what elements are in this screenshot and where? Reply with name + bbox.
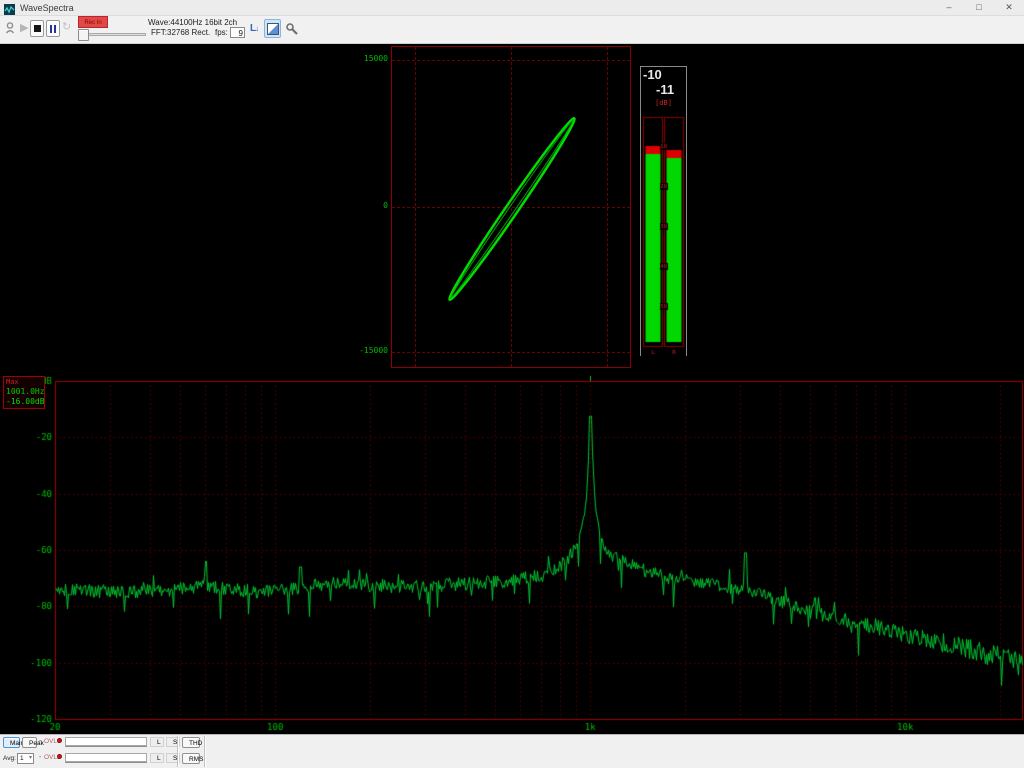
position-slider-handle[interactable] [78, 29, 89, 41]
display-mode-icon [267, 23, 279, 35]
position-slider-track[interactable] [80, 33, 146, 36]
max-readout-label: Max [6, 378, 44, 386]
settings-button[interactable] [283, 19, 300, 38]
max-readout-frequency: 1001.0Hz [6, 387, 44, 396]
close-button[interactable]: ✕ [994, 0, 1024, 16]
peak-tab-button[interactable]: Peak [22, 737, 37, 748]
lin-log-toggle-button[interactable]: L↓ [246, 19, 263, 38]
fps-value: 9 [230, 27, 245, 38]
main-tab-button[interactable]: Main [3, 737, 20, 748]
maximize-button[interactable]: □ [964, 0, 994, 16]
meter-readout-right: -11 [656, 82, 674, 97]
thd-button[interactable]: THD [182, 737, 200, 748]
xy-scope-panel: 15000 0 -15000 -10 -11 [dB] [0, 44, 1024, 372]
statusbar-separator [177, 736, 179, 767]
wave-format-info: Wave:44100Hz 16bit 2ch [148, 18, 237, 27]
spectrum-panel: Max 1001.0Hz -16.00dB [0, 372, 1024, 734]
window-titlebar: WaveSpectra – □ ✕ [0, 0, 1024, 16]
avg-value: 1 [20, 755, 24, 762]
avg-select[interactable]: 1▾ [17, 753, 34, 764]
stop-icon [34, 25, 41, 32]
meter-readout-left: -10 [643, 67, 662, 82]
level-meter-panel: -10 -11 [dB] [640, 66, 687, 356]
meter-bars-canvas [641, 109, 686, 357]
minimize-button[interactable]: – [934, 0, 964, 16]
loop-icon[interactable]: ↻ [62, 22, 71, 33]
max-readout: Max 1001.0Hz -16.00dB [3, 376, 45, 409]
l-button-row2[interactable]: L [150, 753, 164, 763]
dash-separator: - [39, 738, 41, 745]
lissajous-figure [0, 44, 1024, 372]
max-readout-level: -16.00dB [6, 397, 44, 406]
display-mode-button[interactable] [264, 19, 281, 38]
pause-button[interactable] [46, 20, 60, 37]
pause-icon [50, 25, 56, 33]
rms-button[interactable]: RMS [182, 753, 200, 764]
meter-unit-label: [dB] [641, 99, 686, 107]
rec-indicator: Rec In [78, 16, 108, 28]
fft-settings-info: FFT:32768 Rect. [151, 28, 210, 37]
spectrum-canvas [0, 372, 1024, 734]
toolbar: ▶ ↻ Rec In Wave:44100Hz 16bit 2ch FFT:32… [0, 16, 1024, 44]
wrench-icon [285, 22, 299, 36]
fps-label: fps: [215, 28, 228, 37]
avg-label: Avg: [3, 755, 16, 762]
status-bar: Main Peak - OVL1 L S THD Avg: 1▾ - OVL2 … [0, 734, 1024, 768]
statusbar-separator [204, 736, 206, 767]
l-button-row1[interactable]: L [150, 737, 164, 747]
ovl2-led [57, 754, 62, 759]
ovl2-field[interactable] [65, 753, 147, 762]
window-title: WaveSpectra [20, 3, 74, 13]
play-icon[interactable]: ▶ [20, 23, 28, 34]
app-icon [4, 2, 15, 13]
chevron-down-icon: ▾ [29, 754, 32, 763]
ovl1-field[interactable] [65, 737, 147, 746]
window-controls: – □ ✕ [934, 0, 1024, 16]
input-device-icon[interactable] [4, 21, 17, 40]
dash-separator: - [39, 754, 41, 761]
stop-button[interactable] [30, 20, 44, 37]
ovl1-led [57, 738, 62, 743]
